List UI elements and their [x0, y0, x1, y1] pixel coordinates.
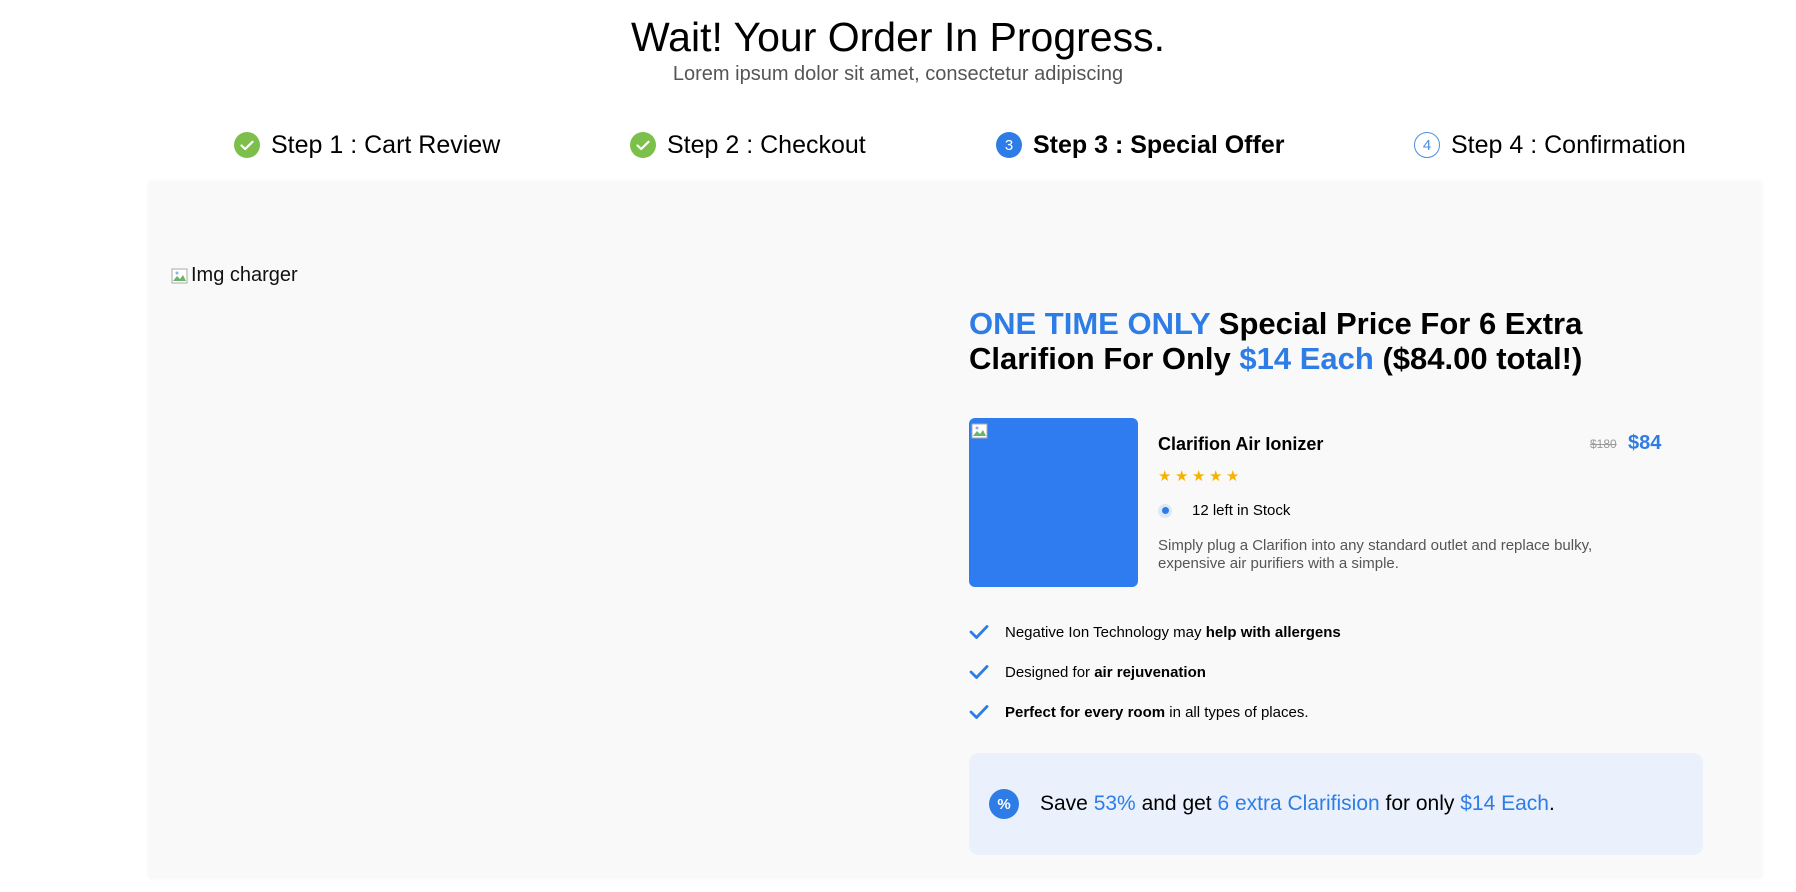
- check-circle-icon: [630, 132, 656, 158]
- step-label: Step 4 : Confirmation: [1451, 130, 1686, 159]
- star-icon: ★: [1175, 468, 1189, 485]
- status-dot-icon: [1158, 503, 1172, 518]
- feature-text: Negative Ion Technology may help with al…: [1005, 623, 1341, 641]
- checkmark-icon: [969, 625, 989, 639]
- feature-list: Negative Ion Technology may help with al…: [969, 612, 1341, 732]
- rating-stars: ★ ★ ★ ★ ★: [1158, 468, 1240, 485]
- star-icon: ★: [1192, 468, 1206, 485]
- savings-text: Save 53% and get 6 extra Clarifision for…: [1040, 792, 1555, 815]
- star-icon: ★: [1158, 468, 1172, 485]
- percent-icon: %: [989, 789, 1019, 819]
- step-label: Step 1 : Cart Review: [271, 130, 501, 159]
- broken-image-icon: [171, 267, 189, 285]
- step-confirmation: 4 Step 4 : Confirmation: [1414, 128, 1686, 162]
- product-thumbnail: [969, 418, 1138, 587]
- step-label: Step 2 : Checkout: [667, 130, 866, 159]
- page-header: Wait! Your Order In Progress. Lorem ipsu…: [0, 14, 1796, 86]
- new-price: $84: [1628, 432, 1662, 454]
- check-circle-icon: [234, 132, 260, 158]
- broken-image-icon: [971, 422, 989, 440]
- step-special-offer: 3 Step 3 : Special Offer: [996, 128, 1284, 162]
- number-circle-outline-icon: 4: [1414, 132, 1440, 158]
- number-circle-icon: 3: [996, 132, 1022, 158]
- checkmark-icon: [969, 705, 989, 719]
- feature-item: Negative Ion Technology may help with al…: [969, 612, 1341, 652]
- offer-headline: ONE TIME ONLY Special Price For 6 Extra …: [969, 306, 1609, 376]
- offer-price: $14 Each: [1239, 341, 1374, 376]
- old-price: $180: [1590, 437, 1617, 451]
- step-label: Step 3 : Special Offer: [1033, 130, 1285, 159]
- stock-status: 12 left in Stock: [1158, 502, 1290, 519]
- product-name: Clarifion Air Ionizer: [1158, 434, 1324, 454]
- page-title: Wait! Your Order In Progress.: [631, 14, 1165, 60]
- feature-item: Perfect for every room in all types of p…: [969, 692, 1341, 732]
- checkmark-icon: [969, 665, 989, 679]
- feature-text: Perfect for every room in all types of p…: [1005, 703, 1309, 721]
- stock-text: 12 left in Stock: [1192, 502, 1291, 519]
- star-icon: ★: [1226, 468, 1240, 485]
- feature-text: Designed for air rejuvenation: [1005, 663, 1206, 681]
- star-icon: ★: [1209, 468, 1223, 485]
- image-alt-text: Img charger: [191, 264, 298, 286]
- product-description: Simply plug a Clarifion into any standar…: [1158, 537, 1593, 572]
- feature-item: Designed for air rejuvenation: [969, 652, 1341, 692]
- savings-banner: % Save 53% and get 6 extra Clarifision f…: [969, 753, 1703, 855]
- page-subtitle: Lorem ipsum dolor sit amet, consectetur …: [672, 63, 1124, 85]
- progress-steps: Step 1 : Cart Review Step 2 : Checkout 3…: [0, 128, 1796, 162]
- step-checkout: Step 2 : Checkout: [630, 128, 866, 162]
- step-cart-review: Step 1 : Cart Review: [234, 128, 500, 162]
- product-hero-image: Img charger: [171, 264, 298, 287]
- offer-highlight: ONE TIME ONLY: [969, 306, 1211, 341]
- offer-total: ($84.00 total!): [1373, 341, 1583, 376]
